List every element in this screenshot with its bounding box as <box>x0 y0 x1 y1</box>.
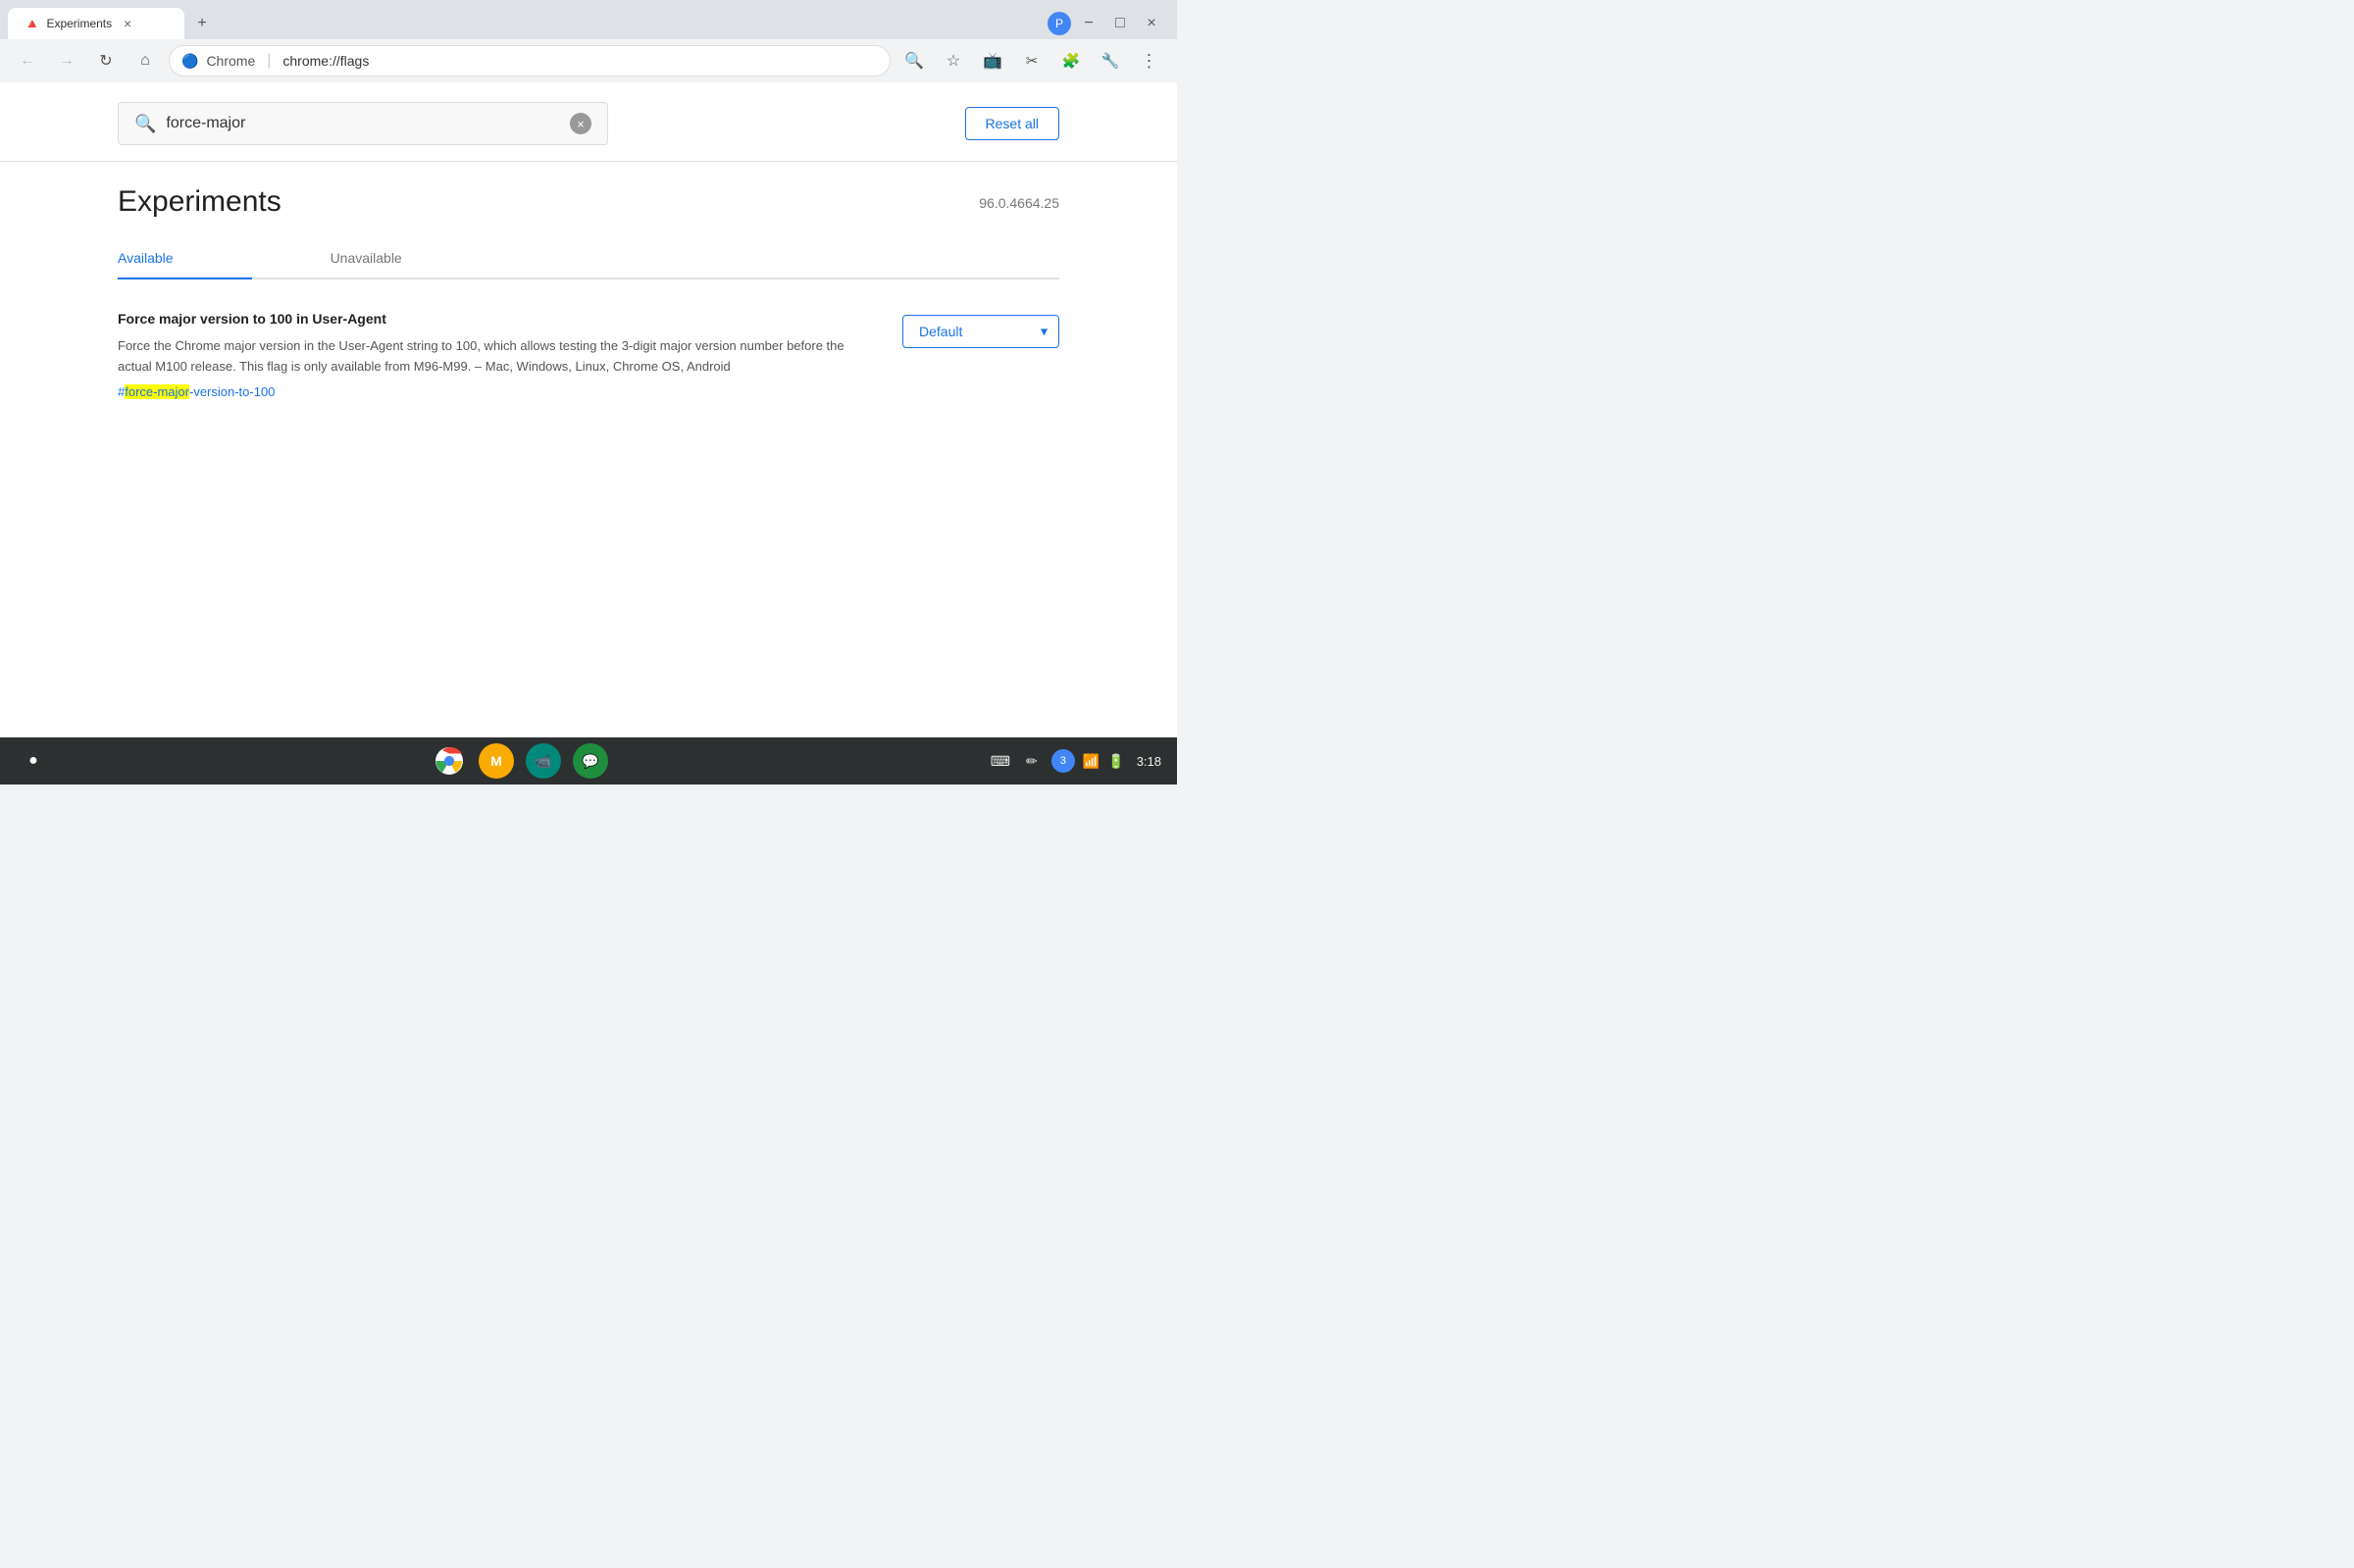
address-text: chrome://flags <box>282 53 369 69</box>
battery-icon[interactable]: 🔋 <box>1107 753 1124 770</box>
scissors-icon[interactable]: ✂ <box>1016 45 1048 76</box>
flag-link-container: #force-major-version-to-100 <box>118 383 863 401</box>
back-button[interactable]: ← <box>12 45 43 76</box>
address-separator: | <box>267 52 271 70</box>
wifi-icon[interactable]: 📶 <box>1083 753 1100 770</box>
address-bar[interactable]: 🔵 Chrome | chrome://flags <box>169 45 891 76</box>
chrome-logo-svg <box>435 747 463 775</box>
new-tab-button[interactable]: + <box>188 10 216 37</box>
flag-content: Force major version to 100 in User-Agent… <box>118 311 863 401</box>
forward-button[interactable]: → <box>51 45 82 76</box>
tab-unavailable[interactable]: Unavailable <box>252 238 481 278</box>
link-highlight: force-major <box>125 384 189 399</box>
reset-all-button[interactable]: Reset all <box>965 107 1059 140</box>
taskbar: ● M 📹 💬 <box>0 737 1177 784</box>
taskbar-time: 3:18 <box>1137 754 1161 769</box>
taskbar-center: M 📹 💬 <box>51 743 989 779</box>
close-button[interactable]: × <box>1138 10 1165 37</box>
site-name: Chrome <box>206 53 255 69</box>
cast-icon[interactable]: 📺 <box>977 45 1008 76</box>
stylus-icon[interactable]: ✏ <box>1020 749 1044 773</box>
keyboard-icon[interactable]: ⌨ <box>989 749 1012 773</box>
version-number: 96.0.4664.25 <box>979 195 1059 211</box>
bookmark-icon[interactable]: ☆ <box>938 45 969 76</box>
tab-available[interactable]: Available <box>118 238 252 279</box>
search-input[interactable] <box>166 115 560 132</box>
puzzle-icon[interactable]: 🧩 <box>1055 45 1087 76</box>
home-button[interactable]: ⌂ <box>129 45 161 76</box>
taskbar-left: ● <box>16 743 51 779</box>
browser-tab[interactable]: 🔺 Experiments × <box>8 8 184 39</box>
page-title: Experiments <box>118 185 281 219</box>
profile-icon[interactable]: P <box>1048 12 1071 35</box>
extension-icon[interactable]: 🔧 <box>1095 45 1126 76</box>
notification-badge[interactable]: 3 <box>1051 749 1075 773</box>
search-clear-button[interactable]: × <box>570 113 591 134</box>
chat-taskbar-icon[interactable]: 💬 <box>573 743 608 779</box>
tab-favicon: 🔺 <box>24 16 40 32</box>
menu-button[interactable]: ⋮ <box>1134 45 1165 76</box>
link-suffix: -version-to-100 <box>189 384 275 399</box>
maximize-button[interactable]: □ <box>1106 10 1134 37</box>
flag-description: Force the Chrome major version in the Us… <box>118 336 863 378</box>
tabs-bar: Available Unavailable <box>118 238 1059 279</box>
search-box: 🔍 × <box>118 102 608 145</box>
tab-close-button[interactable]: × <box>120 16 135 31</box>
flag-name: Force major version to 100 in User-Agent <box>118 311 863 327</box>
taskbar-right: ⌨ ✏ 3 📶 🔋 3:18 <box>989 749 1161 773</box>
flag-item: Force major version to 100 in User-Agent… <box>118 303 1059 409</box>
flag-select-wrapper: Default Enabled Disabled ▾ <box>902 315 1059 348</box>
search-icon[interactable]: 🔍 <box>898 45 930 76</box>
chrome-taskbar-icon[interactable] <box>432 743 467 779</box>
video-taskbar-icon[interactable]: 📹 <box>526 743 561 779</box>
taskbar-system-icon[interactable]: ● <box>16 743 51 779</box>
page-content: 🔍 × Reset all Experiments 96.0.4664.25 A… <box>0 82 1177 737</box>
flag-select[interactable]: Default Enabled Disabled <box>902 315 1059 348</box>
minimize-button[interactable]: − <box>1075 10 1102 37</box>
site-security-icon: 🔵 <box>181 53 198 70</box>
flag-anchor[interactable]: #force-major-version-to-100 <box>118 384 275 399</box>
reload-button[interactable]: ↻ <box>90 45 122 76</box>
tab-title: Experiments <box>46 17 112 30</box>
google-meet-taskbar-icon[interactable]: M <box>479 743 514 779</box>
search-icon: 🔍 <box>134 114 156 134</box>
